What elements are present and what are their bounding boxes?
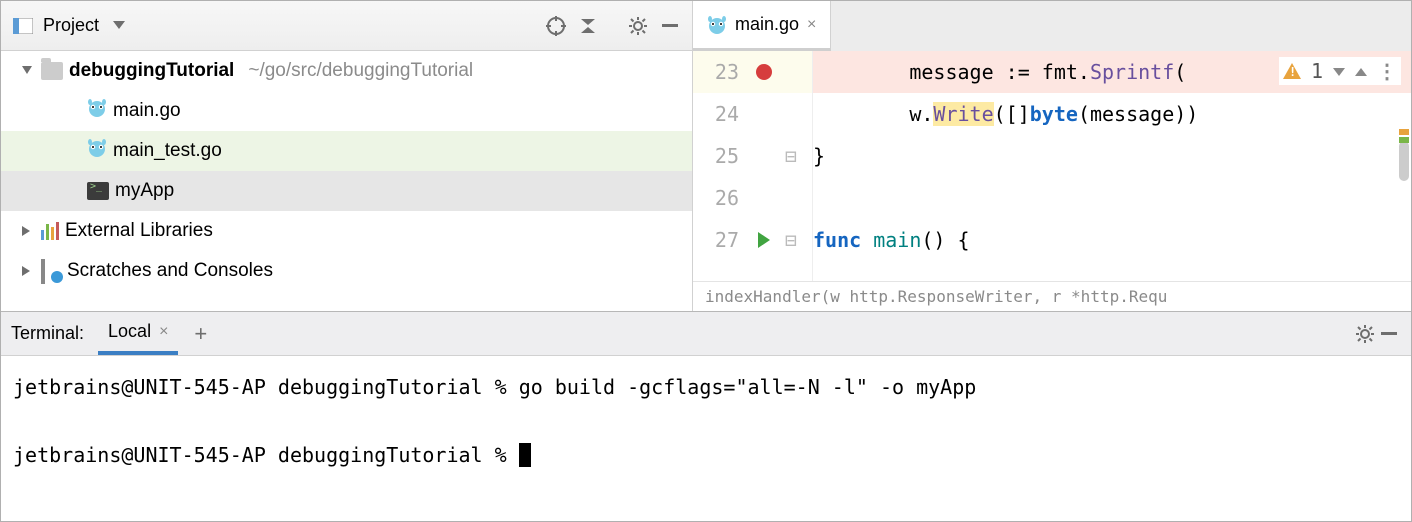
code-line[interactable] (813, 177, 1411, 219)
scrollbar-thumb[interactable] (1399, 141, 1409, 181)
code-area[interactable]: message := fmt.Sprintf( w.Write([]byte(m… (813, 51, 1411, 281)
root-path: ~/go/src/debuggingTutorial (248, 60, 473, 82)
editor-body[interactable]: 23 24 25 ⊟ 26 27 ⊟ message := fmt.Sprintf( w.W… (693, 51, 1411, 281)
go-file-icon (707, 15, 727, 35)
editor-tabs: main.go × (693, 1, 1411, 51)
line-number: 24 (693, 102, 749, 126)
terminal-header: Terminal: Local × + (1, 312, 1411, 356)
terminal-body[interactable]: jetbrains@UNIT-545-AP debuggingTutorial … (1, 356, 1411, 517)
file-label: main_test.go (113, 140, 222, 162)
breadcrumb[interactable]: indexHandler(w http.ResponseWriter, r *h… (693, 281, 1411, 311)
tab-label: main.go (735, 14, 799, 35)
code-line[interactable]: } (813, 135, 1411, 177)
minimize-icon[interactable] (1377, 322, 1401, 346)
next-highlight-icon[interactable] (1333, 59, 1345, 83)
code-line[interactable]: w.Write([]byte(message)) (813, 93, 1411, 135)
scratches-consoles[interactable]: Scratches and Consoles (1, 251, 692, 291)
folder-icon (41, 62, 63, 80)
line-number: 27 (693, 228, 749, 252)
project-title[interactable]: Project (43, 15, 99, 36)
minimize-icon[interactable] (658, 14, 682, 38)
terminal-panel: Terminal: Local × + jetbrains@UNIT-545-A… (1, 311, 1411, 517)
breakpoint-icon[interactable] (756, 64, 772, 80)
project-header: Project (1, 1, 692, 51)
file-label: myApp (115, 180, 174, 202)
terminal-title: Terminal: (11, 312, 98, 355)
target-icon[interactable] (544, 14, 568, 38)
line-number: 25 (693, 144, 749, 168)
add-terminal-button[interactable]: + (178, 312, 223, 355)
gutter-row[interactable]: 23 (693, 51, 812, 93)
line-number: 26 (693, 186, 749, 210)
root-name: debuggingTutorial (69, 60, 234, 82)
chevron-right-icon[interactable] (19, 266, 35, 276)
go-file-icon (87, 138, 107, 164)
line-number: 23 (693, 60, 749, 84)
file-myApp[interactable]: myApp (1, 171, 692, 211)
code-line[interactable]: func main() { (813, 219, 1411, 261)
warn-count: 1 (1311, 59, 1323, 83)
chevron-right-icon[interactable] (19, 226, 35, 236)
run-icon[interactable] (758, 232, 770, 248)
gutter: 23 24 25 ⊟ 26 27 ⊟ (693, 51, 813, 281)
go-file-icon (87, 98, 107, 124)
editor-area: main.go × 23 24 25 ⊟ 26 27 ⊟ message := fmt.Sp… (693, 1, 1411, 311)
close-icon[interactable]: × (807, 16, 816, 34)
close-icon[interactable]: × (159, 323, 168, 341)
project-dropdown-icon[interactable] (107, 14, 131, 38)
prev-highlight-icon[interactable] (1355, 59, 1367, 83)
project-tree: debuggingTutorial ~/go/src/debuggingTuto… (1, 51, 692, 311)
gear-icon[interactable] (1353, 322, 1377, 346)
cursor (519, 443, 531, 467)
gutter-row[interactable]: 26 (693, 177, 812, 219)
terminal-tab-label: Local (108, 321, 151, 342)
ok-marker[interactable] (1399, 137, 1409, 143)
project-panel: Project debuggingTuto (1, 1, 693, 311)
scratches-label: Scratches and Consoles (67, 260, 273, 282)
gutter-row[interactable]: 24 (693, 93, 812, 135)
file-label: main.go (113, 100, 181, 122)
gutter-row[interactable]: 25 ⊟ (693, 135, 812, 177)
fold-icon[interactable]: ⊟ (779, 144, 803, 168)
gutter-row[interactable]: 27 ⊟ (693, 219, 812, 261)
scratches-icon (41, 261, 61, 281)
project-view-icon[interactable] (11, 14, 35, 38)
collapse-icon[interactable] (576, 14, 600, 38)
more-icon[interactable]: ⋮ (1377, 59, 1397, 83)
warning-marker[interactable] (1399, 129, 1409, 135)
inspection-overlay[interactable]: 1 ⋮ (1279, 57, 1401, 85)
ext-libs-label: External Libraries (65, 220, 213, 242)
fold-icon[interactable]: ⊟ (779, 228, 803, 252)
external-libraries[interactable]: External Libraries (1, 211, 692, 251)
file-main_test.go[interactable]: main_test.go (1, 131, 692, 171)
tree-root[interactable]: debuggingTutorial ~/go/src/debuggingTuto… (1, 51, 692, 91)
gear-icon[interactable] (626, 14, 650, 38)
editor-tab-main[interactable]: main.go × (693, 1, 831, 51)
binary-icon (87, 182, 109, 200)
chevron-down-icon[interactable] (19, 66, 35, 76)
warning-icon (1283, 63, 1301, 79)
file-main.go[interactable]: main.go (1, 91, 692, 131)
terminal-tab-local[interactable]: Local × (98, 312, 178, 355)
libraries-icon (41, 222, 59, 240)
